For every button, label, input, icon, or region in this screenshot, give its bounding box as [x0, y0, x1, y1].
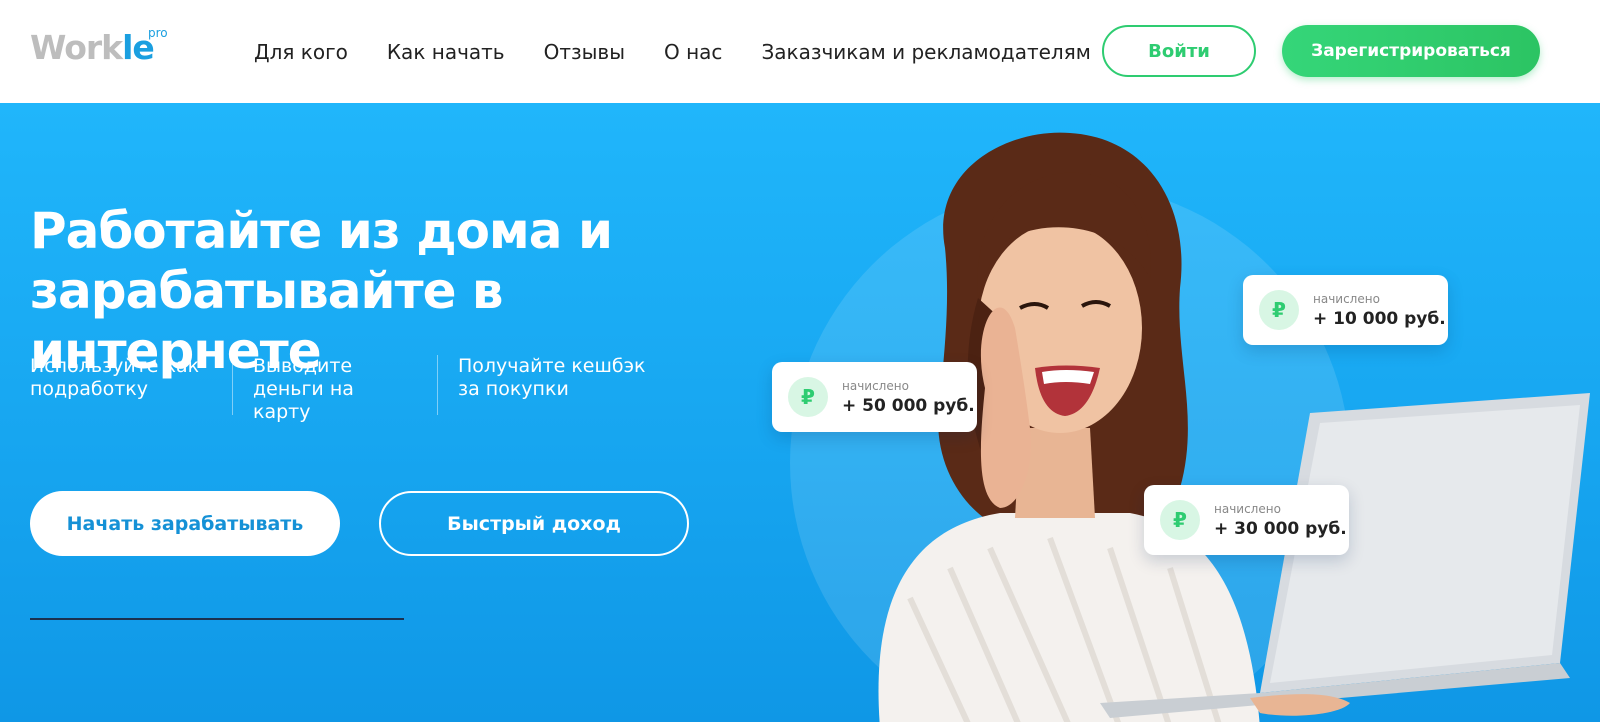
main-nav: Для кого Как начать Отзывы О нас Заказчи…: [254, 40, 1130, 64]
ruble-icon: ₽: [1259, 290, 1299, 330]
card-label: начислено: [1313, 291, 1380, 306]
logo-text: Workle: [30, 28, 155, 67]
nav-item-reviews[interactable]: Отзывы: [544, 40, 625, 64]
ruble-icon: ₽: [1160, 500, 1200, 540]
feature-withdraw-to-card: Выводите деньги на карту: [232, 355, 437, 423]
bottom-divider: [30, 618, 404, 620]
nav-item-how-to-start[interactable]: Как начать: [387, 40, 505, 64]
hero-section: Работайте из дома и зарабатывайте в инте…: [0, 103, 1600, 722]
feature-cashback: Получайте кешбэк за покупки: [437, 355, 677, 415]
card-label: начислено: [1214, 501, 1281, 516]
card-amount: + 30 000 руб.: [1214, 518, 1347, 539]
card-amount: + 50 000 руб.: [842, 395, 975, 416]
card-label: начислено: [842, 378, 909, 393]
features-list: Используйте как подработку Выводите деньги…: [30, 355, 677, 423]
hero-title-line-1: Работайте из дома и: [30, 202, 613, 260]
laptop-illustration: [1100, 393, 1590, 718]
income-card-10000: ₽ начислено + 10 000 руб.: [1243, 275, 1448, 345]
feature-side-job: Используйте как подработку: [30, 355, 200, 400]
income-card-50000: ₽ начислено + 50 000 руб.: [772, 362, 977, 432]
nav-item-about[interactable]: О нас: [664, 40, 722, 64]
register-button[interactable]: Зарегистрироваться: [1282, 25, 1540, 77]
start-earning-button[interactable]: Начать зарабатывать: [30, 491, 340, 556]
logo-pro-badge: pro: [148, 26, 168, 40]
income-card-30000: ₽ начислено + 30 000 руб.: [1144, 485, 1349, 555]
ruble-icon: ₽: [788, 377, 828, 417]
header: Workle pro Для кого Как начать Отзывы О …: [0, 0, 1600, 103]
quick-income-button[interactable]: Быстрый доход: [379, 491, 689, 556]
nav-item-clients-advertisers[interactable]: Заказчикам и рекламодателям: [761, 40, 1090, 64]
hero-title: Работайте из дома и зарабатывайте в инте…: [30, 201, 790, 381]
nav-item-for-whom[interactable]: Для кого: [254, 40, 348, 64]
login-button[interactable]: Войти: [1102, 25, 1256, 77]
logo[interactable]: Workle pro: [30, 26, 168, 68]
card-amount: + 10 000 руб.: [1313, 308, 1446, 329]
